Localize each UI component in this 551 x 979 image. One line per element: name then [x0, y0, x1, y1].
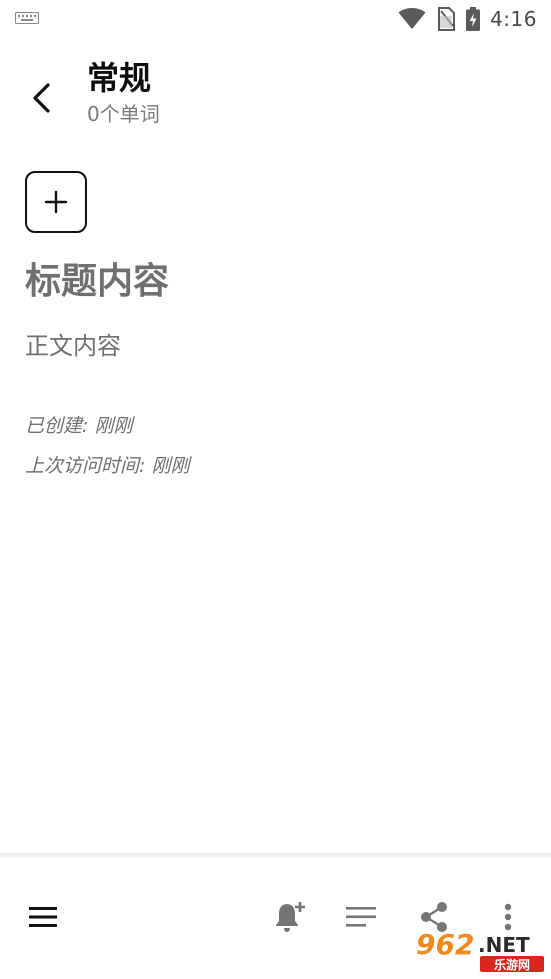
add-reminder-icon: [276, 902, 305, 932]
note-title[interactable]: 标题内容: [25, 258, 169, 306]
add-item-button[interactable]: [25, 171, 87, 233]
keyboard-icon: [15, 12, 39, 24]
menu-button[interactable]: [21, 895, 65, 939]
back-arrow-icon: [33, 83, 50, 113]
status-bar: 4:16: [0, 0, 551, 38]
watermark-logo: 962 .NET 乐游网: [415, 928, 544, 972]
created-time: 已创建: 刚刚: [25, 415, 133, 437]
battery-charging-icon: [466, 7, 481, 31]
status-icons: 4:16: [398, 6, 537, 32]
svg-text:乐游网: 乐游网: [494, 957, 530, 972]
word-count: 0个单词: [87, 102, 160, 126]
add-reminder-button[interactable]: [268, 895, 312, 939]
note-body[interactable]: 正文内容: [25, 330, 121, 362]
wifi-icon: [398, 8, 426, 29]
menu-icon: [29, 907, 57, 927]
plus-icon: [44, 190, 68, 214]
page-title: 常规: [87, 59, 152, 97]
no-sim-icon: [438, 7, 456, 31]
svg-text:.NET: .NET: [478, 933, 530, 957]
status-time: 4:16: [490, 7, 537, 31]
svg-text:962: 962: [416, 928, 474, 961]
more-vert-icon: [504, 903, 512, 931]
text-format-icon: [346, 907, 376, 927]
text-format-button[interactable]: [339, 895, 383, 939]
back-button[interactable]: [18, 74, 66, 122]
last-accessed-time: 上次访问时间: 刚刚: [25, 455, 190, 477]
